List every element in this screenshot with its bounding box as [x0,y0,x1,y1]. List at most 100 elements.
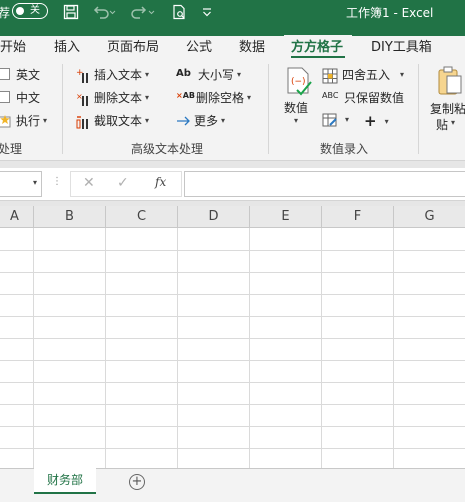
grid-line [0,448,465,449]
copy-paste-label-1: 复制粘 [430,102,465,116]
delete-text-icon: × [76,91,90,106]
active-tab-indicator [291,56,345,58]
print-preview-icon[interactable] [170,4,188,20]
formula-bar: ▾ ⋮ ✕ ✓ fx [0,168,465,201]
column-header-f[interactable]: F [322,206,394,228]
group-divider [62,64,63,154]
numeric-value-icon: (−) [285,66,313,100]
save-icon[interactable] [62,4,80,20]
grid-line [249,228,250,468]
copy-paste-button[interactable]: 复制粘 贴 ▾ [428,66,465,132]
undo-icon[interactable] [92,4,116,20]
chevron-down-icon: ▾ [247,93,252,102]
worksheet-grid[interactable]: A B C D E F G [0,206,465,468]
extract-text-label: 截取文本 [94,114,143,128]
extract-text-button[interactable]: 截取文本 ▾ [76,112,149,129]
execute-label: 执行 [16,114,41,128]
document-title: 工作簿1 - Excel [346,6,434,20]
clipboard-icon [437,66,463,100]
extract-text-icon [76,114,90,129]
formula-input[interactable] [184,171,465,197]
edit-sheet-icon [322,112,338,127]
chevron-down-icon: ▾ [384,116,389,126]
delete-text-label: 删除文本 [94,91,143,105]
add-sheet-button[interactable]: + [129,474,145,490]
column-header-d[interactable]: D [178,206,250,228]
tab-data[interactable]: 数据 [239,36,265,55]
remove-spaces-label: 删除空格 [196,91,245,105]
more-label: 更多 [194,114,219,128]
grid-line [0,360,465,361]
round-icon [322,68,338,83]
tab-formulas[interactable]: 公式 [186,36,212,55]
grid-line [0,250,465,251]
grid-line [0,272,465,273]
chevron-down-icon: ▾ [294,116,299,125]
group-divider [418,64,419,154]
chinese-label: 中文 [16,91,41,105]
tab-page-layout[interactable]: 页面布局 [107,36,159,55]
keep-values-button[interactable]: ABC 只保留数值 [322,89,404,106]
arrow-right-icon [176,114,190,128]
edit-values-button[interactable]: ▾ [322,112,349,127]
grid-line [177,228,178,468]
column-header-b[interactable]: B [34,206,106,228]
tab-home[interactable]: 开始 [0,36,26,55]
delete-text-button[interactable]: × 删除文本 ▾ [76,89,149,106]
grid-line [0,382,465,383]
tab-insert[interactable]: 插入 [54,36,80,55]
grid-line [0,426,465,427]
column-header-g[interactable]: G [394,206,465,228]
autosave-toggle[interactable]: 关 [12,3,48,19]
sheet-tab-bar: 财务部 + [0,468,465,502]
chevron-down-icon: ▾ [237,70,242,79]
round-button[interactable]: 四舍五入 ▾ [322,66,404,83]
chevron-down-icon: ▾ [145,70,150,79]
remove-spaces-icon: ×AB [176,90,195,100]
chevron-down-icon: ▾ [400,70,405,79]
number-group-label: 数值录入 [320,142,369,156]
tab-diy-toolbox[interactable]: DIY工具箱 [371,36,432,55]
numeric-value-button[interactable]: (−) 数值 ▾ [282,66,316,130]
grid-line [0,338,465,339]
checkbox-icon [0,67,12,82]
chinese-option[interactable]: 中文 [0,89,40,106]
redo-icon[interactable] [130,4,156,20]
star-icon [0,114,12,128]
numeric-value-label: 数值 [284,101,309,115]
more-button[interactable]: 更多 ▾ [176,112,225,129]
grid-line [393,228,394,468]
add-button[interactable]: + ▾ [364,112,389,130]
case-button[interactable]: Ab 大小写 ▾ [176,66,241,83]
keep-values-icon: ABC [322,90,339,100]
insert-function-icon[interactable]: fx [155,175,166,189]
grid-line [105,228,106,468]
chevron-down-icon: ▾ [221,116,226,125]
grid-line [321,228,322,468]
grid-line [0,316,465,317]
customize-toolbar-icon[interactable] [201,4,213,20]
insert-text-button[interactable]: + 插入文本 ▾ [76,66,149,83]
execute-button[interactable]: 执行 ▾ [0,112,47,129]
grid-line [0,294,465,295]
remove-spaces-button[interactable]: ×AB 删除空格 ▾ [176,89,251,106]
grid-line [33,228,34,468]
toggle-knob [16,7,24,15]
title-bar: 荐 关 工作簿1 - Excel [0,0,465,24]
chevron-down-icon: ▾ [43,116,48,125]
tab-fangfanggezi[interactable]: 方方格子 [291,36,343,55]
column-header-e[interactable]: E [250,206,322,228]
english-option[interactable]: 英文 [0,66,40,83]
confirm-icon[interactable]: ✓ [117,175,129,191]
plus-icon: + [364,112,377,130]
chevron-down-icon: ▾ [451,118,456,127]
cancel-icon[interactable]: ✕ [83,175,95,191]
case-label: 大小写 [198,68,235,82]
english-label: 英文 [16,68,41,82]
group-divider [268,64,269,154]
sheet-tab-finance[interactable]: 财务部 [34,468,96,494]
chevron-down-icon: ▾ [32,178,37,187]
name-box[interactable]: ▾ [0,171,42,197]
column-header-c[interactable]: C [106,206,178,228]
column-header-a[interactable]: A [0,206,34,228]
